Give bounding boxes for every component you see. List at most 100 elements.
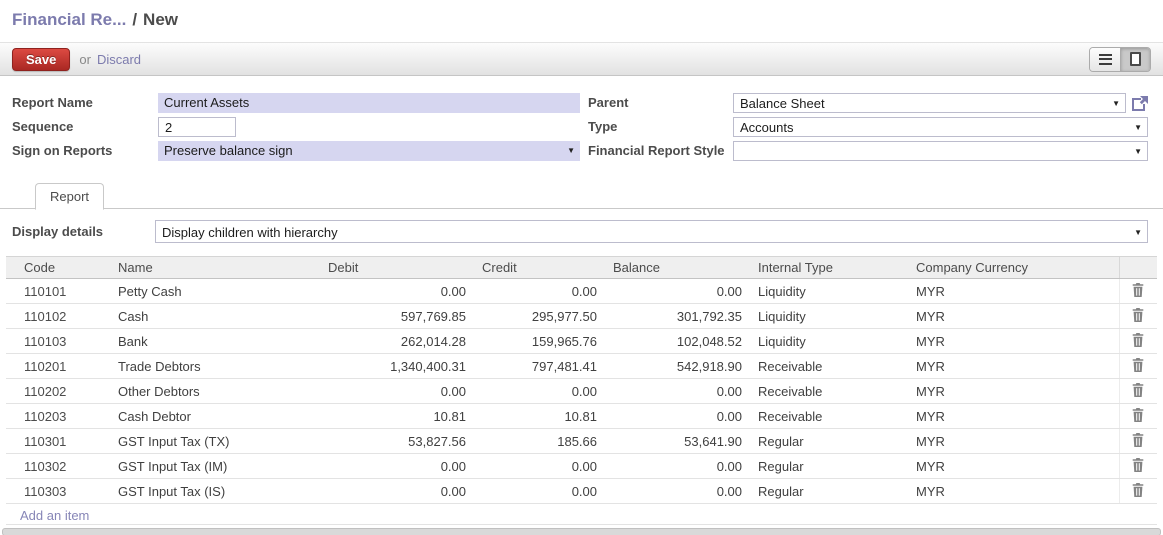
cell-balance[interactable]: 102,048.52 <box>605 328 750 354</box>
cell-debit[interactable]: 597,769.85 <box>320 303 474 329</box>
sequence-input[interactable]: 2 <box>158 117 236 137</box>
delete-row-icon[interactable] <box>1132 332 1144 347</box>
cell-code[interactable]: 110203 <box>6 403 110 429</box>
cell-debit[interactable]: 0.00 <box>320 278 474 304</box>
cell-balance[interactable]: 0.00 <box>605 403 750 429</box>
cell-credit[interactable]: 185.66 <box>474 428 605 454</box>
cell-credit[interactable]: 797,481.41 <box>474 353 605 379</box>
breadcrumb-parent-link[interactable]: Financial Re... <box>12 10 126 29</box>
cell-currency[interactable]: MYR <box>908 403 1119 429</box>
type-select[interactable]: Accounts ▼ <box>733 117 1148 137</box>
cell-code[interactable]: 110102 <box>6 303 110 329</box>
cell-currency[interactable]: MYR <box>908 478 1119 504</box>
col-header-balance[interactable]: Balance <box>605 256 750 279</box>
cell-credit[interactable]: 0.00 <box>474 378 605 404</box>
delete-row-icon[interactable] <box>1132 382 1144 397</box>
delete-row-icon[interactable] <box>1132 357 1144 372</box>
cell-balance[interactable]: 301,792.35 <box>605 303 750 329</box>
cell-debit[interactable]: 53,827.56 <box>320 428 474 454</box>
list-view-button[interactable] <box>1090 47 1120 71</box>
cell-code[interactable]: 110302 <box>6 453 110 479</box>
cell-currency[interactable]: MYR <box>908 328 1119 354</box>
delete-row-icon[interactable] <box>1132 407 1144 422</box>
cell-internal_type[interactable]: Liquidity <box>750 328 908 354</box>
cell-code[interactable]: 110202 <box>6 378 110 404</box>
delete-row-icon[interactable] <box>1132 457 1144 472</box>
cell-code[interactable]: 110201 <box>6 353 110 379</box>
cell-code[interactable]: 110101 <box>6 278 110 304</box>
cell-name[interactable]: Bank <box>110 328 320 354</box>
cell-credit[interactable]: 0.00 <box>474 478 605 504</box>
table-row[interactable]: 110202 Other Debtors 0.00 0.00 0.00 Receivabl… <box>6 378 1157 404</box>
financial-report-style-select[interactable]: ▼ <box>733 141 1148 161</box>
cell-internal_type[interactable]: Regular <box>750 428 908 454</box>
add-an-item-link[interactable]: Add an item <box>20 508 89 523</box>
cell-debit[interactable]: 10.81 <box>320 403 474 429</box>
cell-internal_type[interactable]: Liquidity <box>750 278 908 304</box>
table-row[interactable]: 110103 Bank 262,014.28 159,965.76 102,048.52… <box>6 328 1157 354</box>
cell-currency[interactable]: MYR <box>908 353 1119 379</box>
delete-row-icon[interactable] <box>1132 432 1144 447</box>
cell-name[interactable]: Cash Debtor <box>110 403 320 429</box>
table-row[interactable]: 110102 Cash 597,769.85 295,977.50 301,792.35… <box>6 303 1157 329</box>
form-view-button[interactable] <box>1120 47 1150 71</box>
cell-name[interactable]: Cash <box>110 303 320 329</box>
col-header-code[interactable]: Code <box>6 256 110 279</box>
delete-row-icon[interactable] <box>1132 307 1144 322</box>
cell-debit[interactable]: 0.00 <box>320 478 474 504</box>
col-header-credit[interactable]: Credit <box>474 256 605 279</box>
cell-currency[interactable]: MYR <box>908 303 1119 329</box>
cell-credit[interactable]: 0.00 <box>474 278 605 304</box>
col-header-company-currency[interactable]: Company Currency <box>908 256 1119 279</box>
cell-debit[interactable]: 0.00 <box>320 453 474 479</box>
cell-credit[interactable]: 295,977.50 <box>474 303 605 329</box>
cell-code[interactable]: 110301 <box>6 428 110 454</box>
sign-on-reports-select[interactable]: Preserve balance sign ▼ <box>158 141 580 161</box>
cell-debit[interactable]: 1,340,400.31 <box>320 353 474 379</box>
cell-name[interactable]: GST Input Tax (TX) <box>110 428 320 454</box>
cell-balance[interactable]: 0.00 <box>605 378 750 404</box>
display-details-select[interactable]: Display children with hierarchy ▼ <box>155 220 1148 243</box>
cell-balance[interactable]: 53,641.90 <box>605 428 750 454</box>
cell-credit[interactable]: 159,965.76 <box>474 328 605 354</box>
cell-internal_type[interactable]: Regular <box>750 478 908 504</box>
cell-debit[interactable]: 0.00 <box>320 378 474 404</box>
col-header-debit[interactable]: Debit <box>320 256 474 279</box>
cell-code[interactable]: 110103 <box>6 328 110 354</box>
col-header-name[interactable]: Name <box>110 256 320 279</box>
col-header-internal-type[interactable]: Internal Type <box>750 256 908 279</box>
delete-row-icon[interactable] <box>1132 482 1144 497</box>
cell-internal_type[interactable]: Receivable <box>750 378 908 404</box>
cell-credit[interactable]: 10.81 <box>474 403 605 429</box>
horizontal-scrollbar[interactable] <box>2 528 1161 535</box>
cell-name[interactable]: GST Input Tax (IM) <box>110 453 320 479</box>
cell-currency[interactable]: MYR <box>908 278 1119 304</box>
cell-internal_type[interactable]: Liquidity <box>750 303 908 329</box>
report-name-input[interactable]: Current Assets <box>158 93 580 113</box>
cell-currency[interactable]: MYR <box>908 453 1119 479</box>
cell-balance[interactable]: 0.00 <box>605 453 750 479</box>
cell-code[interactable]: 110303 <box>6 478 110 504</box>
cell-debit[interactable]: 262,014.28 <box>320 328 474 354</box>
cell-currency[interactable]: MYR <box>908 428 1119 454</box>
cell-balance[interactable]: 0.00 <box>605 278 750 304</box>
cell-name[interactable]: Trade Debtors <box>110 353 320 379</box>
cell-balance[interactable]: 0.00 <box>605 478 750 504</box>
table-row[interactable]: 110203 Cash Debtor 10.81 10.81 0.00 Receivabl… <box>6 403 1157 429</box>
cell-name[interactable]: GST Input Tax (IS) <box>110 478 320 504</box>
tab-report[interactable]: Report <box>35 183 105 210</box>
cell-currency[interactable]: MYR <box>908 378 1119 404</box>
cell-credit[interactable]: 0.00 <box>474 453 605 479</box>
cell-balance[interactable]: 542,918.90 <box>605 353 750 379</box>
table-row[interactable]: 110301 GST Input Tax (TX) 53,827.56 185.66 5… <box>6 428 1157 454</box>
table-row[interactable]: 110201 Trade Debtors 1,340,400.31 797,481.4… <box>6 353 1157 379</box>
table-row[interactable]: 110302 GST Input Tax (IM) 0.00 0.00 0.00 Regu… <box>6 453 1157 479</box>
table-row[interactable]: 110303 GST Input Tax (IS) 0.00 0.00 0.00 Regu… <box>6 478 1157 504</box>
parent-select[interactable]: Balance Sheet ▼ <box>733 93 1126 113</box>
cell-internal_type[interactable]: Regular <box>750 453 908 479</box>
cell-internal_type[interactable]: Receivable <box>750 353 908 379</box>
discard-link[interactable]: Discard <box>97 52 141 67</box>
cell-name[interactable]: Petty Cash <box>110 278 320 304</box>
save-button[interactable]: Save <box>12 47 71 71</box>
table-row[interactable]: 110101 Petty Cash 0.00 0.00 0.00 Liquidity MYR <box>6 278 1157 304</box>
